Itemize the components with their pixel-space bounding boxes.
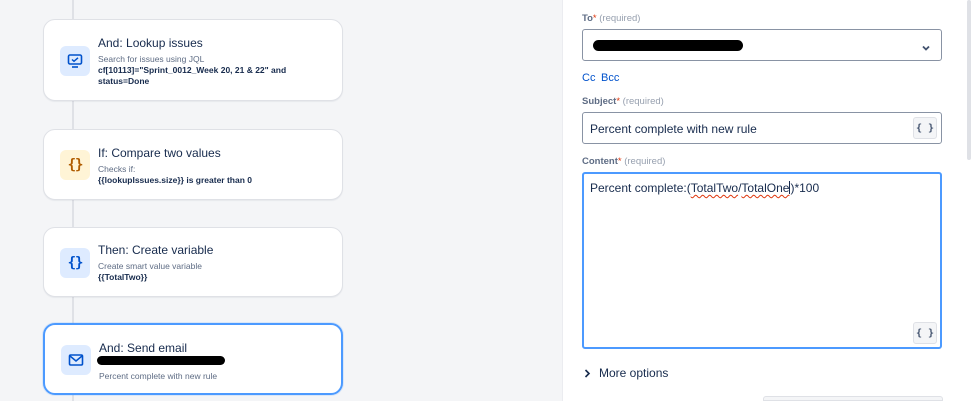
card-description: Create smart value variable {{TotalTwo}} <box>98 261 202 282</box>
card-title: Then: Create variable <box>98 243 214 257</box>
bcc-link[interactable]: Bcc <box>601 72 619 84</box>
rule-flow-canvas: And: Lookup issues Search for issues usi… <box>0 0 562 401</box>
redacted-recipient <box>97 356 225 365</box>
chevron-right-icon <box>584 368 591 378</box>
flow-card-lookup-issues[interactable]: And: Lookup issues Search for issues usi… <box>43 19 343 101</box>
chevron-down-icon <box>921 40 931 58</box>
cc-link[interactable]: Cc <box>582 72 595 84</box>
flow-card-send-email[interactable]: And: Send email Percent complete with ne… <box>43 323 343 395</box>
scrollbar-thumb[interactable] <box>967 0 971 160</box>
subject-input[interactable]: Percent complete with new rule { } <box>582 112 942 144</box>
to-label: To* (required) <box>582 13 641 24</box>
card-description: Checks if: {{lookupIssues.size}} is grea… <box>98 164 253 185</box>
card-description: Percent complete with new rule <box>99 371 218 381</box>
card-title: And: Lookup issues <box>98 36 203 50</box>
content-textarea[interactable]: Percent complete:(TotalTwo/TotalOne)*100… <box>582 172 942 349</box>
content-value: Percent complete:(TotalTwo/TotalOne)*100 <box>590 181 820 195</box>
card-description: Search for issues using JQL cf[10113]="S… <box>98 54 287 86</box>
flow-card-create-variable[interactable]: {} Then: Create variable Create smart va… <box>43 227 343 297</box>
to-select[interactable] <box>582 29 942 61</box>
smart-value-button[interactable]: { } <box>913 117 937 139</box>
bottom-control-edge <box>763 396 943 401</box>
envelope-icon <box>61 345 91 375</box>
content-label: Content* (required) <box>582 156 666 167</box>
redacted-to-value <box>593 40 743 51</box>
card-title: And: Send email <box>99 341 188 355</box>
email-config-panel: To* (required) Cc Bcc Subject* (required… <box>562 0 971 401</box>
smart-value-button[interactable]: { } <box>913 322 937 344</box>
subject-value: Percent complete with new rule <box>590 122 757 136</box>
flow-card-compare-values[interactable]: {} If: Compare two values Checks if: {{l… <box>43 129 343 200</box>
braces-icon: {} <box>60 150 90 180</box>
more-options-toggle[interactable]: More options <box>584 366 668 380</box>
subject-label: Subject* (required) <box>582 96 664 107</box>
braces-icon: {} <box>60 248 90 278</box>
card-title: If: Compare two values <box>98 146 221 160</box>
monitor-check-icon <box>60 46 90 76</box>
